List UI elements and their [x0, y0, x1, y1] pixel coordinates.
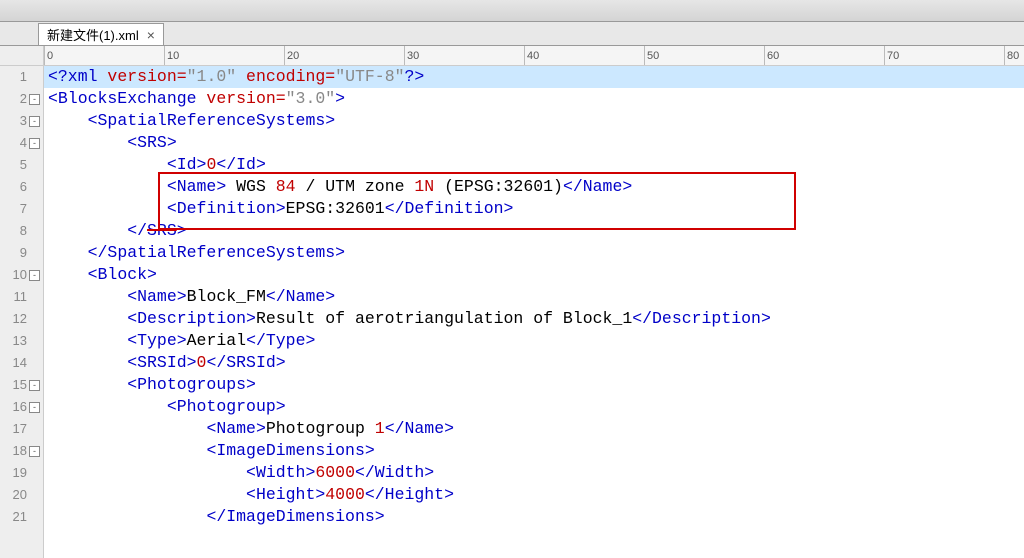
- code-line[interactable]: <Name>Block_FM</Name>: [44, 286, 1024, 308]
- line-gutter: 1 2- 3- 4- 5 6 7 8 9 10- 11 12 13 14 15-…: [0, 66, 44, 558]
- gutter-line[interactable]: 9: [0, 242, 40, 264]
- ruler-tick: 60: [764, 46, 779, 65]
- ruler-tick: 80: [1004, 46, 1019, 65]
- gutter-line[interactable]: 21: [0, 506, 40, 528]
- code-line[interactable]: <SpatialReferenceSystems>: [44, 110, 1024, 132]
- fold-toggle[interactable]: -: [29, 446, 40, 457]
- ruler-tick: 10: [164, 46, 179, 65]
- gutter-line[interactable]: 20: [0, 484, 40, 506]
- gutter-line[interactable]: 10-: [0, 264, 40, 286]
- gutter-line[interactable]: 4-: [0, 132, 40, 154]
- gutter-line[interactable]: 3-: [0, 110, 40, 132]
- code-line[interactable]: <Height>4000</Height>: [44, 484, 1024, 506]
- gutter-line[interactable]: 13: [0, 330, 40, 352]
- code-line[interactable]: <Name>Photogroup 1</Name>: [44, 418, 1024, 440]
- code-line[interactable]: <Type>Aerial</Type>: [44, 330, 1024, 352]
- fold-toggle[interactable]: -: [29, 402, 40, 413]
- fold-toggle[interactable]: -: [29, 380, 40, 391]
- gutter-line[interactable]: 11: [0, 286, 40, 308]
- fold-toggle[interactable]: -: [29, 116, 40, 127]
- tab-title: 新建文件(1).xml: [47, 25, 139, 44]
- ruler-tick: 30: [404, 46, 419, 65]
- code-line[interactable]: </SpatialReferenceSystems>: [44, 242, 1024, 264]
- code-area[interactable]: <?xml version="1.0" encoding="UTF-8"?> <…: [44, 66, 1024, 558]
- fold-toggle[interactable]: -: [29, 94, 40, 105]
- gutter-line[interactable]: 15-: [0, 374, 40, 396]
- code-line[interactable]: <SRS>: [44, 132, 1024, 154]
- code-line[interactable]: </ImageDimensions>: [44, 506, 1024, 528]
- code-line[interactable]: <?xml version="1.0" encoding="UTF-8"?>: [44, 66, 1024, 88]
- code-line[interactable]: <Width>6000</Width>: [44, 462, 1024, 484]
- ruler-tick: 40: [524, 46, 539, 65]
- gutter-line[interactable]: 5: [0, 154, 40, 176]
- close-icon[interactable]: ×: [147, 27, 155, 43]
- code-line[interactable]: <SRSId>0</SRSId>: [44, 352, 1024, 374]
- code-line[interactable]: <Block>: [44, 264, 1024, 286]
- code-line[interactable]: <Photogroups>: [44, 374, 1024, 396]
- code-line[interactable]: <Photogroup>: [44, 396, 1024, 418]
- ruler-tick: 70: [884, 46, 899, 65]
- tab-bar: 新建文件(1).xml ×: [0, 22, 1024, 46]
- code-line[interactable]: <Description>Result of aerotriangulation…: [44, 308, 1024, 330]
- horizontal-ruler: 0 10 20 30 40 50 60 70 80: [44, 46, 1024, 65]
- gutter-line[interactable]: 2-: [0, 88, 40, 110]
- gutter-line[interactable]: 17: [0, 418, 40, 440]
- code-line[interactable]: <BlocksExchange version="3.0">: [44, 88, 1024, 110]
- gutter-line[interactable]: 18-: [0, 440, 40, 462]
- code-line[interactable]: <Definition>EPSG:32601</Definition>: [44, 198, 1024, 220]
- ruler-corner: [0, 46, 44, 65]
- code-line[interactable]: <Id>0</Id>: [44, 154, 1024, 176]
- tab-file[interactable]: 新建文件(1).xml ×: [38, 23, 164, 45]
- gutter-line[interactable]: 7: [0, 198, 40, 220]
- ruler-tick: 20: [284, 46, 299, 65]
- code-line[interactable]: <Name> WGS 84 / UTM zone 1N (EPSG:32601)…: [44, 176, 1024, 198]
- gutter-line[interactable]: 8: [0, 220, 40, 242]
- fold-toggle[interactable]: -: [29, 270, 40, 281]
- code-line[interactable]: </SRS>: [44, 220, 1024, 242]
- ruler-row: 0 10 20 30 40 50 60 70 80: [0, 46, 1024, 66]
- gutter-line[interactable]: 19: [0, 462, 40, 484]
- gutter-line[interactable]: 14: [0, 352, 40, 374]
- gutter-line[interactable]: 16-: [0, 396, 40, 418]
- code-line[interactable]: <ImageDimensions>: [44, 440, 1024, 462]
- gutter-line[interactable]: 6: [0, 176, 40, 198]
- editor-area: 1 2- 3- 4- 5 6 7 8 9 10- 11 12 13 14 15-…: [0, 66, 1024, 558]
- gutter-line[interactable]: 12: [0, 308, 40, 330]
- window-titlebar: [0, 0, 1024, 22]
- ruler-tick: 0: [44, 46, 53, 65]
- fold-toggle[interactable]: -: [29, 138, 40, 149]
- gutter-line[interactable]: 1: [0, 66, 40, 88]
- ruler-tick: 50: [644, 46, 659, 65]
